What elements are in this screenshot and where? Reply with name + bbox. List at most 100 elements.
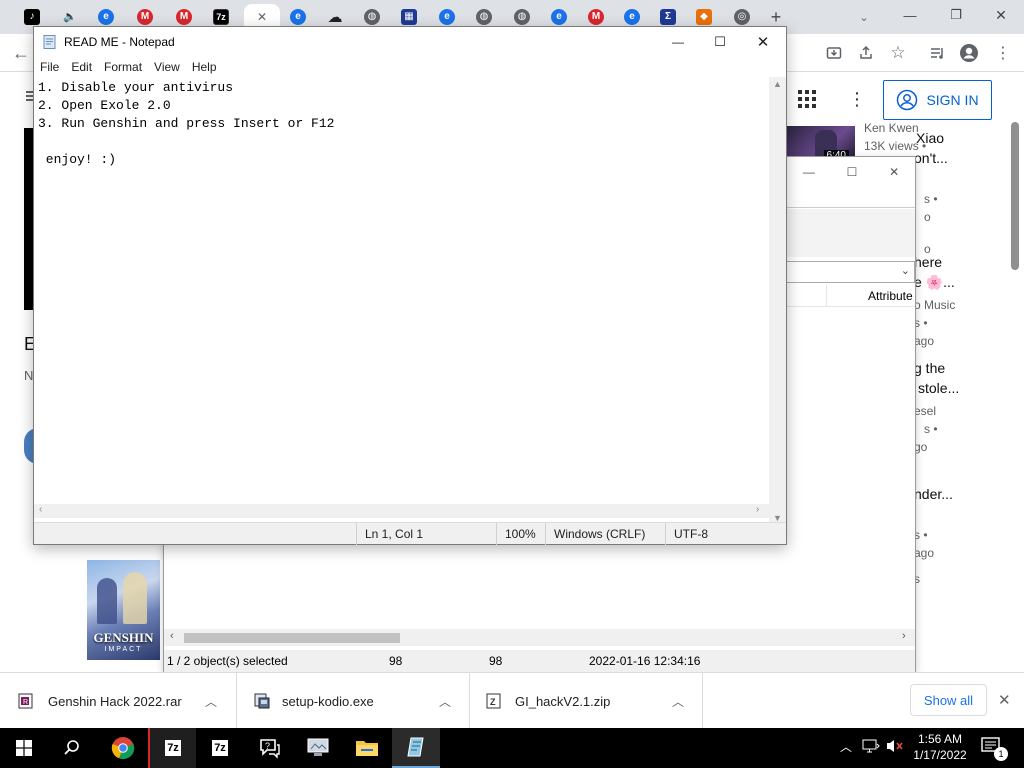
back-arrow-icon[interactable]: ←: [10, 42, 32, 64]
clock[interactable]: 1:56 AM 1/17/2022: [910, 731, 970, 765]
svg-text:Z: Z: [490, 697, 496, 707]
edge-like-icon: e: [624, 9, 640, 25]
scroll-right-arrow-icon[interactable]: ›: [902, 630, 906, 642]
maximize-icon[interactable]: ☐: [847, 165, 858, 179]
tab-search-chevron-icon[interactable]: ⌄: [850, 4, 878, 30]
download-options-chevron-icon[interactable]: ︿: [672, 693, 684, 710]
download-filename: GI_hackV2.1.zip: [515, 693, 611, 709]
taskbar-file-explorer[interactable]: [343, 728, 391, 768]
scroll-left-arrow-icon[interactable]: ‹: [170, 630, 174, 642]
apps-grid-icon[interactable]: [798, 90, 816, 108]
menu-file[interactable]: File: [34, 60, 65, 74]
download-item-rar[interactable]: R Genshin Hack 2022.rar ︿: [0, 673, 237, 729]
download-filename: Genshin Hack 2022.rar: [48, 693, 182, 709]
taskbar-7zip[interactable]: 7z: [196, 728, 244, 768]
show-hidden-icons-chevron-icon[interactable]: ︿: [838, 738, 854, 758]
notepad-text-area[interactable]: 1. Disable your antivirus 2. Open Exole …: [38, 79, 770, 529]
channel-name-partial: N: [24, 368, 34, 383]
notepad-app-icon: [42, 34, 58, 50]
help-chat-icon: ?: [260, 739, 280, 759]
sidebar-video-title[interactable]: on't...: [914, 148, 948, 168]
column-header-attribute[interactable]: Attribute: [868, 289, 913, 303]
notepad-close-button[interactable]: ✕: [741, 27, 785, 57]
mega-icon: M: [176, 9, 192, 25]
globe-icon: ◍: [364, 9, 380, 25]
close-icon: ✕: [256, 10, 268, 24]
account-circle-icon: [897, 89, 918, 111]
menu-view[interactable]: View: [148, 60, 186, 74]
hscroll-right-arrow-icon[interactable]: ›: [756, 504, 759, 515]
taskbar-7zip-active[interactable]: 7z: [148, 728, 196, 768]
chrome-icon: ◎: [734, 9, 750, 25]
profile-avatar-icon[interactable]: [958, 42, 980, 64]
taskbar-screen-app[interactable]: [294, 728, 342, 768]
sidebar-video-meta: o Music: [914, 298, 956, 312]
share-icon[interactable]: [855, 42, 877, 64]
status-encoding: UTF-8: [665, 523, 786, 545]
hscroll-left-arrow-icon[interactable]: ‹: [39, 504, 42, 515]
sidebar-video-title[interactable]: nder...: [914, 484, 953, 504]
genshin-game-thumbnail[interactable]: GENSHIN IMPACT: [87, 560, 160, 660]
horizontal-scrollbar[interactable]: ‹ ›: [164, 629, 915, 646]
status-packed-size: 98: [489, 654, 503, 668]
download-options-chevron-icon[interactable]: ︿: [205, 693, 217, 710]
notepad-vertical-scrollbar[interactable]: ▲ ▼: [769, 77, 786, 530]
download-item-zip[interactable]: Z GI_hackV2.1.zip ︿: [470, 673, 703, 729]
cloud-download-icon: ☁: [327, 8, 343, 26]
windows-logo-icon: [16, 740, 32, 756]
sidebar-video-title[interactable]: Xiao: [916, 128, 944, 148]
notepad-minimize-button[interactable]: —: [657, 27, 699, 57]
sign-in-button[interactable]: SIGN IN: [883, 80, 992, 120]
search-button[interactable]: [48, 728, 96, 768]
page-scrollbar-thumb[interactable]: [1011, 122, 1019, 270]
taskbar-chrome[interactable]: [99, 728, 147, 768]
clock-time: 1:56 AM: [917, 732, 963, 746]
toolbar-area: [784, 209, 915, 257]
taskbar-help[interactable]: ?: [246, 728, 294, 768]
windows-start-button[interactable]: [0, 728, 48, 768]
sidebar-video-meta: o: [924, 210, 931, 224]
notepad-window: READ ME - Notepad — ☐ ✕ File Edit Format…: [33, 26, 787, 545]
status-size: 98: [389, 654, 403, 668]
search-icon: [64, 740, 79, 755]
bookmark-star-icon[interactable]: ☆: [887, 42, 909, 64]
status-cursor-position: Ln 1, Col 1: [356, 523, 496, 545]
more-menu-icon[interactable]: ⋮: [992, 42, 1014, 64]
minimize-button[interactable]: —: [887, 0, 933, 30]
menu-edit[interactable]: Edit: [65, 60, 98, 74]
sidebar-video-title[interactable]: e 🌸...: [914, 272, 955, 292]
taskbar-notepad-active[interactable]: [392, 728, 440, 768]
install-app-icon[interactable]: [823, 42, 845, 64]
download-item-exe[interactable]: setup-kodio.exe ︿: [237, 673, 470, 729]
notepad-maximize-button[interactable]: ☐: [699, 27, 741, 57]
address-combo[interactable]: ⌄: [784, 261, 915, 283]
sidebar-video-title[interactable]: here: [914, 252, 942, 272]
notepad-title-bar[interactable]: READ ME - Notepad — ☐ ✕: [34, 27, 786, 57]
dropdown-chevron-icon[interactable]: ⌄: [901, 264, 910, 277]
notification-center-button[interactable]: 1: [981, 736, 1008, 761]
downloads-bar: R Genshin Hack 2022.rar ︿ setup-kodio.ex…: [0, 672, 1024, 729]
menu-format[interactable]: Format: [98, 60, 148, 74]
network-icon[interactable]: [862, 738, 880, 758]
diamond-icon: ◆: [696, 9, 712, 25]
calculator-icon: ▦: [401, 9, 417, 25]
close-button[interactable]: ✕: [978, 0, 1024, 30]
close-icon[interactable]: ✕: [889, 165, 899, 179]
sidebar-video-title[interactable]: g the: [914, 358, 945, 378]
sidebar-video-title[interactable]: stole...: [918, 378, 959, 398]
scroll-up-arrow-icon[interactable]: ▲: [773, 79, 782, 89]
minimize-icon[interactable]: —: [803, 165, 815, 179]
notepad-horizontal-scrollbar[interactable]: ‹ ›: [34, 504, 769, 518]
settings-dots-icon[interactable]: ⋮: [848, 88, 866, 110]
mega-icon: M: [588, 9, 604, 25]
volume-muted-icon[interactable]: [885, 738, 905, 758]
restore-button[interactable]: ❐: [933, 0, 979, 30]
show-all-downloads-button[interactable]: Show all: [910, 684, 987, 716]
game-logo-subtext: IMPACT: [104, 646, 143, 653]
sidebar-video-meta: ago: [914, 334, 935, 348]
horizontal-scrollbar-thumb[interactable]: [184, 633, 400, 643]
download-options-chevron-icon[interactable]: ︿: [439, 693, 451, 710]
menu-help[interactable]: Help: [186, 60, 223, 74]
media-queue-icon[interactable]: [926, 42, 948, 64]
close-downloads-bar-icon[interactable]: ✕: [998, 691, 1014, 709]
